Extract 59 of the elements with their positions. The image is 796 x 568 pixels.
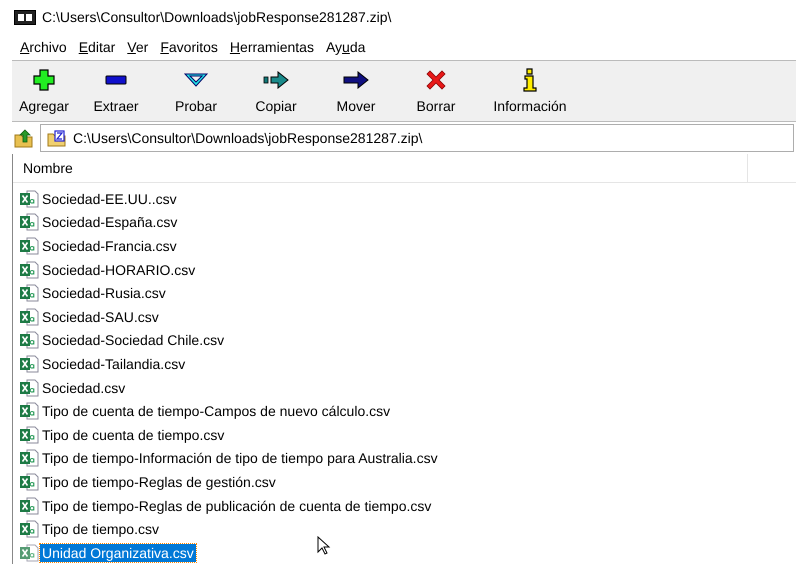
- file-name[interactable]: Sociedad-España.csv: [40, 213, 180, 232]
- plus-icon: [33, 69, 55, 91]
- spreadsheet-file-icon: [19, 260, 39, 279]
- spreadsheet-file-icon: [19, 378, 39, 397]
- spreadsheet-file-icon: [19, 402, 39, 420]
- menu-item[interactable]: Ver: [121, 39, 154, 55]
- menu-item[interactable]: Editar: [72, 39, 122, 55]
- mouse-pointer-icon: [317, 536, 331, 556]
- file-name[interactable]: Tipo de tiempo-Reglas de gestión.csv: [40, 472, 278, 491]
- address-field[interactable]: C:\Users\Consultor\Downloads\jobResponse281287.zip\: [40, 124, 794, 152]
- file-name[interactable]: Sociedad-SAU.csv: [40, 308, 161, 326]
- toolbar-button[interactable]: Información: [476, 61, 584, 121]
- delete-icon: [425, 69, 447, 91]
- menu-item[interactable]: Archivo: [14, 39, 73, 55]
- toolbar-button[interactable]: Agregar: [12, 61, 76, 121]
- spreadsheet-file-icon: [19, 236, 39, 255]
- toolbar-button[interactable]: Extraer: [76, 61, 156, 121]
- folder-up-icon[interactable]: [14, 128, 34, 148]
- column-header[interactable]: Nombre: [13, 154, 748, 182]
- file-name[interactable]: Tipo de cuenta de tiempo-Campos de nuevo cálculo.csv: [40, 402, 392, 420]
- spreadsheet-file-icon: [19, 426, 39, 444]
- menu-item[interactable]: Favoritos: [154, 39, 224, 55]
- file-name[interactable]: Tipo de cuenta de tiempo.csv: [40, 426, 226, 444]
- file-name[interactable]: Tipo de tiempo.csv: [40, 520, 161, 538]
- menu-item[interactable]: Ayuda: [320, 39, 372, 55]
- file-name[interactable]: Tipo de tiempo-Reglas de publicación de cuenta de tiempo.csv: [40, 496, 434, 515]
- arrow-right-icon: [263, 71, 289, 89]
- menu-item[interactable]: Herramientas: [224, 39, 320, 55]
- spreadsheet-file-icon: [19, 331, 39, 350]
- spreadsheet-file-icon: [19, 544, 39, 562]
- toolbar-button[interactable]: Probar: [156, 61, 236, 121]
- spreadsheet-file-icon: [19, 449, 39, 468]
- file-name[interactable]: Sociedad-HORARIO.csv: [40, 260, 198, 279]
- spreadsheet-file-icon: [19, 190, 39, 208]
- file-name[interactable]: Tipo de tiempo-Información de tipo de tiempo para Australia.csv: [40, 449, 440, 468]
- spreadsheet-file-icon: [19, 472, 39, 491]
- file-name[interactable]: Sociedad-Tailandia.csv: [40, 354, 188, 373]
- archive-folder-icon: [47, 130, 67, 146]
- app-icon: [14, 10, 36, 24]
- toolbar-button[interactable]: Borrar: [396, 61, 476, 121]
- toolbar-button[interactable]: Copiar: [236, 61, 316, 121]
- spreadsheet-file-icon: [19, 308, 39, 326]
- spreadsheet-file-icon: [19, 213, 39, 232]
- file-name[interactable]: Sociedad-Rusia.csv: [40, 284, 168, 302]
- file-name[interactable]: Sociedad-Sociedad Chile.csv: [40, 331, 226, 350]
- arrow-right-icon: [343, 71, 369, 89]
- info-icon: [523, 68, 537, 92]
- spreadsheet-file-icon: [19, 354, 39, 373]
- file-name[interactable]: Unidad Organizativa.csv: [40, 544, 196, 562]
- spreadsheet-file-icon: [19, 520, 39, 538]
- file-name[interactable]: Sociedad-EE.UU..csv: [40, 190, 179, 208]
- window-title: C:\Users\Consultor\Downloads\jobResponse281287.zip\: [42, 9, 392, 25]
- minus-icon: [105, 75, 127, 85]
- file-name[interactable]: Sociedad.csv: [40, 378, 128, 397]
- toolbar-button[interactable]: Mover: [316, 61, 396, 121]
- spreadsheet-file-icon: [19, 284, 39, 302]
- chevron-down-icon: [184, 73, 208, 87]
- file-name[interactable]: Sociedad-Francia.csv: [40, 236, 179, 255]
- spreadsheet-file-icon: [19, 496, 39, 515]
